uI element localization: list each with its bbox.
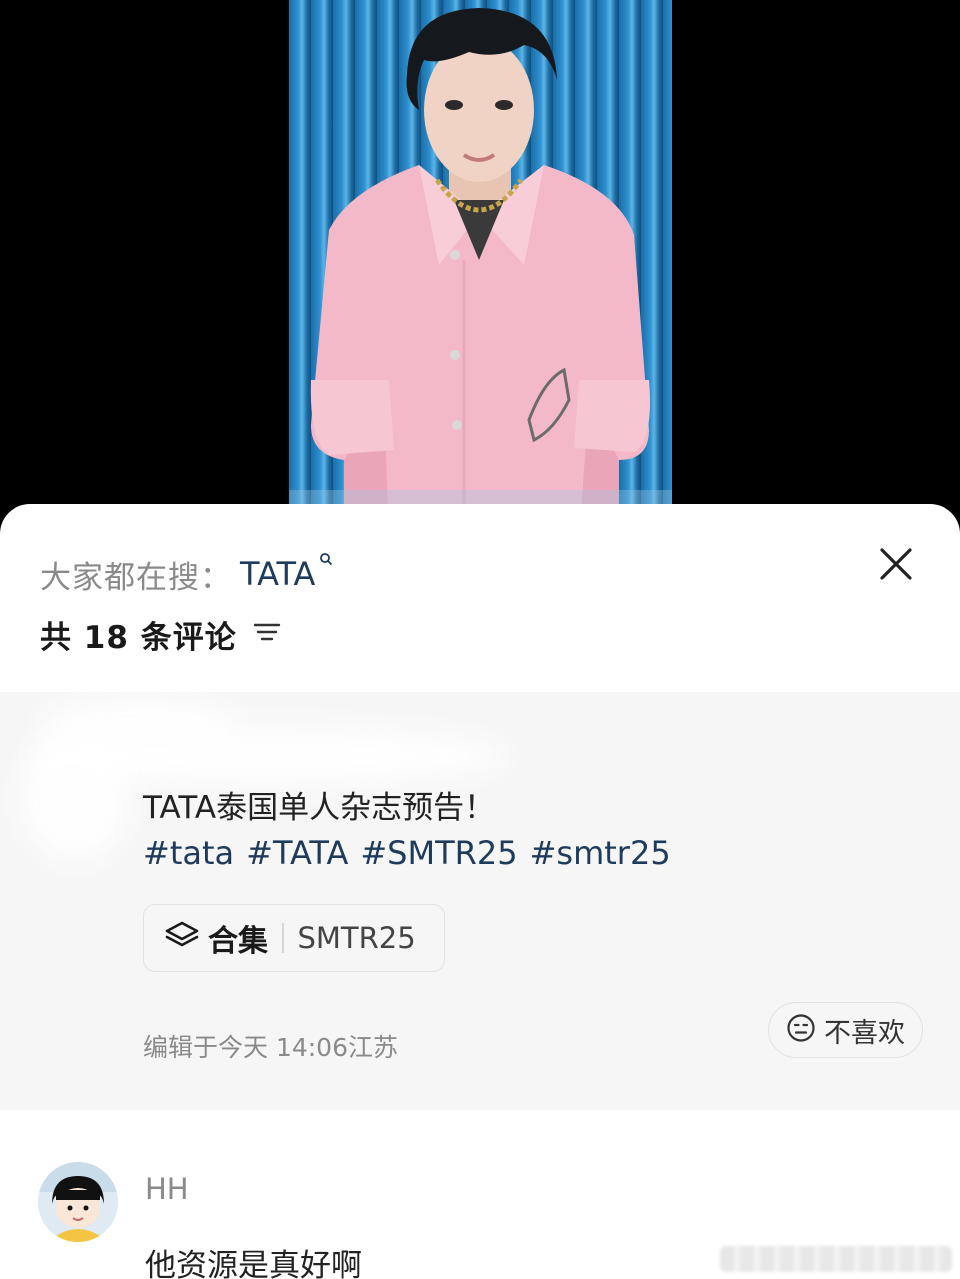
dislike-button[interactable]: 不喜欢 — [768, 1002, 923, 1058]
comment-count: 共 18 条评论 — [40, 619, 237, 656]
person-illustration — [289, 8, 672, 540]
hashtag[interactable]: #TATA — [246, 834, 348, 872]
neutral-face-icon — [786, 1013, 816, 1047]
divider — [282, 923, 284, 953]
avatar[interactable] — [38, 1162, 118, 1242]
close-button[interactable] — [872, 540, 920, 588]
collection-name: SMTR25 — [297, 921, 416, 955]
comment-username[interactable]: HH — [145, 1172, 189, 1206]
hashtag[interactable]: #SMTR25 — [360, 834, 517, 872]
post-card: TATA泰国单人杂志预告！ #tata #TATA #SMTR25 #smtr2… — [0, 692, 960, 1110]
trending-search-prefix: 大家都在搜： — [40, 559, 232, 596]
hashtag[interactable]: #smtr25 — [530, 834, 671, 872]
video-area[interactable] — [0, 0, 960, 540]
comment-text: 他资源是真好啊 — [145, 1248, 362, 1279]
redacted-blur — [20, 732, 130, 862]
tag-list: #tata #TATA #SMTR25 #smtr25 — [143, 834, 671, 872]
post-title: TATA泰国单人杂志预告！ — [143, 790, 496, 826]
collection-button[interactable]: 合集 SMTR25 — [143, 904, 445, 972]
sort-icon[interactable] — [253, 620, 281, 648]
dislike-label: 不喜欢 — [824, 1017, 905, 1049]
search-icon — [319, 551, 333, 570]
comment-count-row: 共 18 条评论 — [40, 614, 281, 656]
comment-item: HH 他资源是真好啊 — [0, 1154, 960, 1279]
trending-search[interactable]: 大家都在搜： TATA — [40, 551, 333, 596]
layers-icon — [164, 920, 200, 956]
post-photo[interactable] — [289, 0, 672, 540]
comment-sheet: 大家都在搜： TATA 共 18 条评论 TATA泰国单人杂志预告！ #tata… — [0, 504, 960, 1279]
trending-search-term[interactable]: TATA — [240, 555, 315, 593]
edit-timestamp: 编辑于今天 14:06江苏 — [143, 1033, 398, 1062]
hashtag[interactable]: #tata — [143, 834, 234, 872]
collection-label: 合集 — [208, 924, 268, 959]
watermark — [720, 1246, 952, 1272]
close-icon — [880, 548, 912, 580]
